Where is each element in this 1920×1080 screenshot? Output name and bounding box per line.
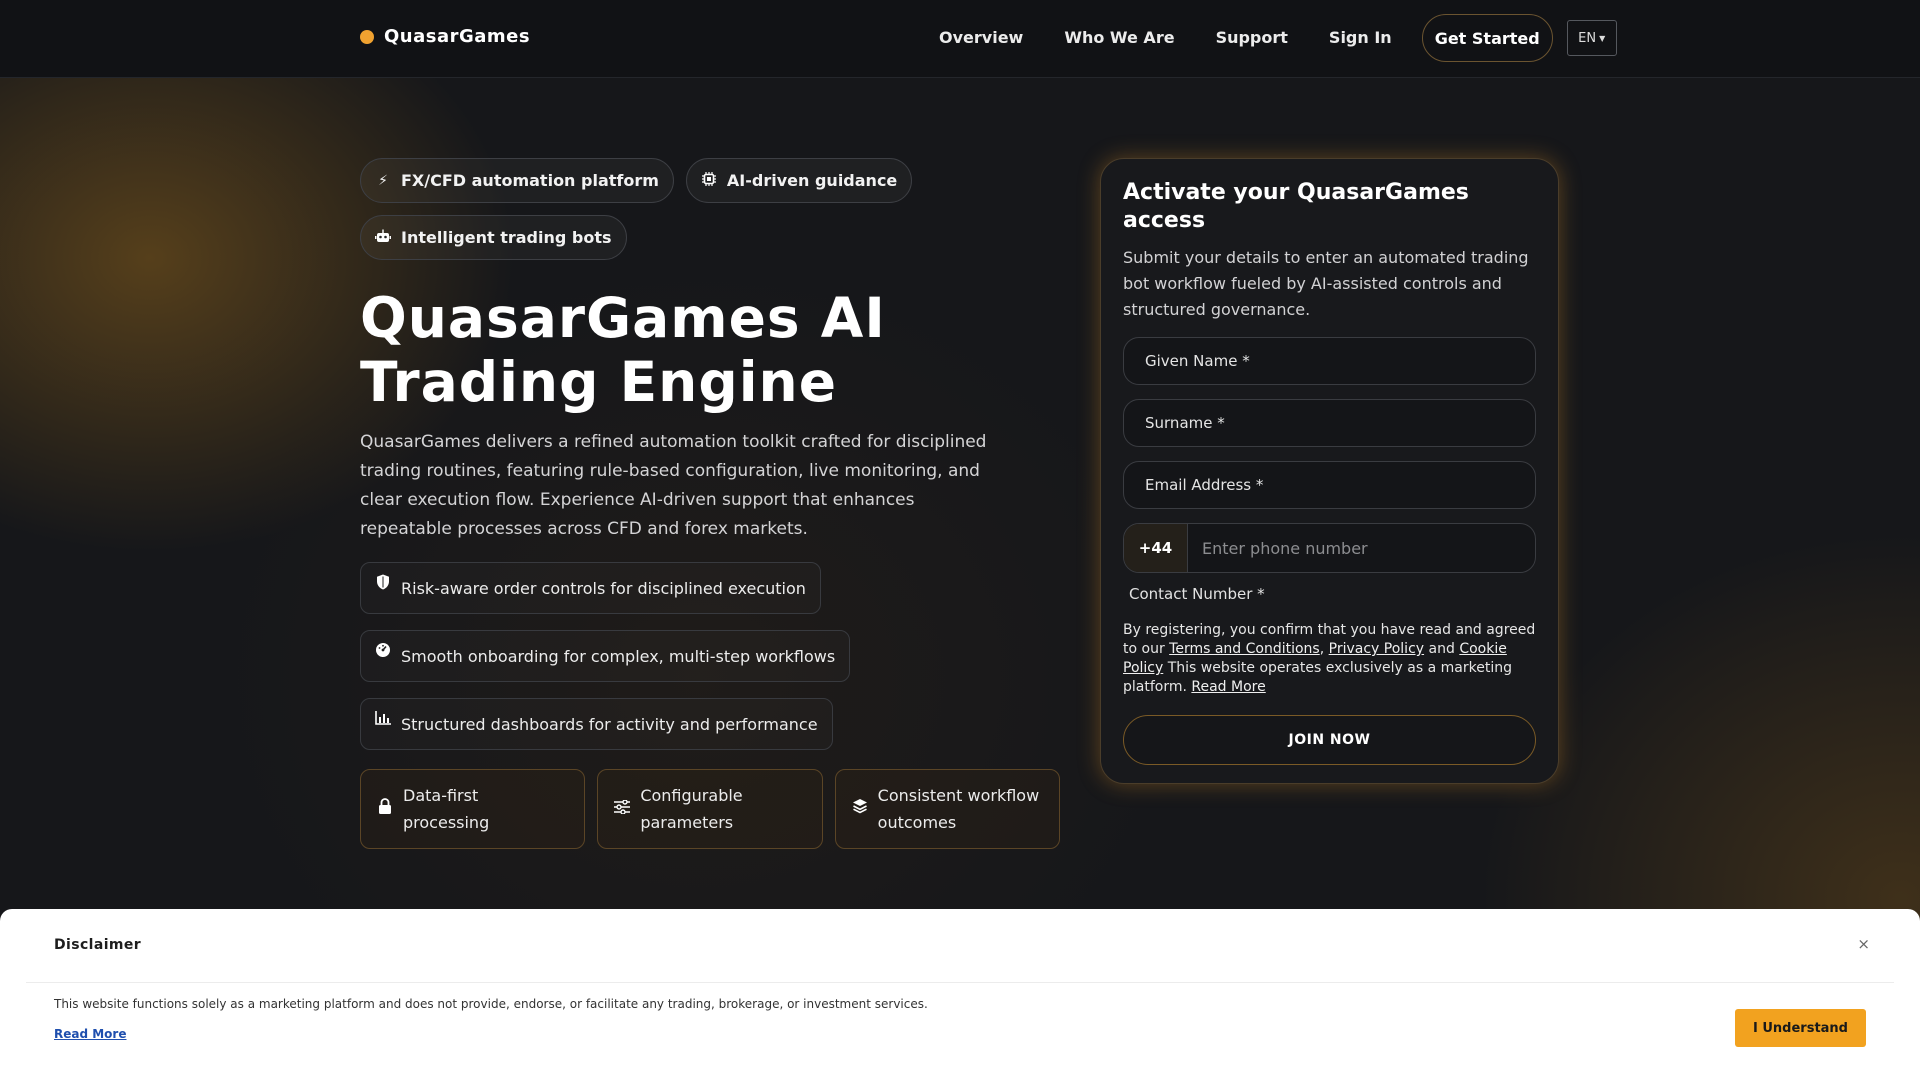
feature-label: Risk-aware order controls for discipline… [401, 578, 806, 598]
consent-suffix: This website operates exclusively as a m… [1123, 660, 1512, 695]
language-value: EN [1578, 30, 1597, 46]
get-started-button[interactable]: Get Started [1421, 14, 1553, 62]
tile-label: Data-first processing [403, 786, 490, 832]
consent-text: By registering, you confirm that you hav… [1123, 621, 1536, 697]
bolt-icon: ⚡ [378, 172, 388, 189]
nav-sign-in[interactable]: Sign In [1329, 14, 1392, 62]
phone-label: Contact Number * [1129, 585, 1265, 603]
chip-automation: ⚡ FX/CFD automation platform [360, 158, 674, 203]
sliders-icon [614, 796, 631, 823]
given-name-field [1123, 337, 1536, 385]
signup-card: Activate your QuasarGames access Submit … [1100, 158, 1559, 784]
nav-who-we-are[interactable]: Who We Are [1064, 14, 1174, 62]
feature-list: Risk-aware order controls for discipline… [360, 562, 1060, 750]
surname-input[interactable] [1145, 414, 1505, 432]
shield-icon [375, 574, 391, 594]
top-navbar: QuasarGames Overview Who We Are Support … [0, 0, 1920, 78]
hero-chips: ⚡ FX/CFD automation platform AI-driven g… [360, 158, 920, 260]
close-icon[interactable]: × [1857, 935, 1870, 953]
feature-label: Smooth onboarding for complex, multi-ste… [401, 646, 836, 666]
feature-dashboards: Structured dashboards for activity and p… [360, 698, 833, 750]
nav-overview[interactable]: Overview [939, 14, 1023, 62]
bar-chart-icon [375, 711, 391, 729]
form-description: Submit your details to enter an automate… [1123, 248, 1529, 319]
layers-icon [852, 796, 868, 823]
chip-icon [701, 171, 717, 191]
email-field [1123, 461, 1536, 509]
language-select[interactable]: EN ▼ [1566, 20, 1617, 56]
tile-configurable: Configurable parameters [597, 769, 823, 849]
chip-label: Intelligent trading bots [401, 228, 612, 247]
disclaimer-banner: Disclaimer × This website functions sole… [0, 909, 1920, 1080]
phone-country-code[interactable]: +44 [1124, 524, 1188, 572]
feature-risk-controls: Risk-aware order controls for discipline… [360, 562, 821, 614]
tile-label: Consistent workflow outcomes [877, 786, 1040, 832]
brand-logo[interactable]: QuasarGames [360, 26, 530, 47]
feature-onboarding: Smooth onboarding for complex, multi-ste… [360, 630, 851, 682]
terms-link[interactable]: Terms and Conditions [1169, 641, 1320, 657]
caret-down-icon: ▼ [1599, 33, 1606, 43]
gauge-icon [375, 642, 391, 662]
consent-read-more-link[interactable]: Read More [1191, 679, 1265, 695]
hero-section: ⚡ FX/CFD automation platform AI-driven g… [360, 158, 1060, 849]
hero-title: QuasarGames AI Trading Engine [360, 286, 886, 414]
join-now-button[interactable]: JOIN NOW [1123, 715, 1536, 765]
nav-support[interactable]: Support [1216, 14, 1288, 62]
given-name-input[interactable] [1145, 352, 1505, 370]
brand-dot-icon [360, 29, 374, 44]
tile-data-first: Data-first processing [360, 769, 586, 849]
consent-sep: and [1424, 641, 1460, 657]
disclaimer-read-more-link[interactable]: Read More [54, 1027, 127, 1041]
brand-name: QuasarGames [384, 26, 531, 47]
chip-label: AI-driven guidance [726, 171, 898, 190]
phone-input[interactable] [1188, 538, 1518, 558]
tile-consistent: Consistent workflow outcomes [834, 769, 1060, 849]
privacy-link[interactable]: Privacy Policy [1329, 641, 1424, 657]
i-understand-button[interactable]: I Understand [1735, 1009, 1866, 1047]
chip-label: FX/CFD automation platform [401, 171, 659, 190]
main-nav: Overview Who We Are Support Sign In Get … [939, 14, 1617, 62]
disclaimer-title: Disclaimer [54, 937, 142, 953]
disclaimer-text: This website functions solely as a marke… [54, 997, 928, 1011]
highlight-tiles: Data-first processing Configurable param… [360, 769, 1060, 849]
form-title: Activate your QuasarGames access [1123, 180, 1469, 233]
email-input[interactable] [1145, 476, 1505, 494]
disclaimer-header: Disclaimer × [26, 933, 1894, 983]
phone-field: +44 [1123, 523, 1536, 573]
feature-label: Structured dashboards for activity and p… [401, 714, 818, 734]
chip-trading-bots: Intelligent trading bots [360, 215, 627, 260]
hero-description: QuasarGames delivers a refined automatio… [360, 432, 987, 539]
surname-field [1123, 399, 1536, 447]
robot-icon [375, 228, 391, 248]
tile-label: Configurable parameters [640, 786, 743, 832]
consent-sep: , [1319, 641, 1329, 657]
chip-ai-guidance: AI-driven guidance [685, 158, 913, 203]
lock-icon [377, 796, 393, 823]
